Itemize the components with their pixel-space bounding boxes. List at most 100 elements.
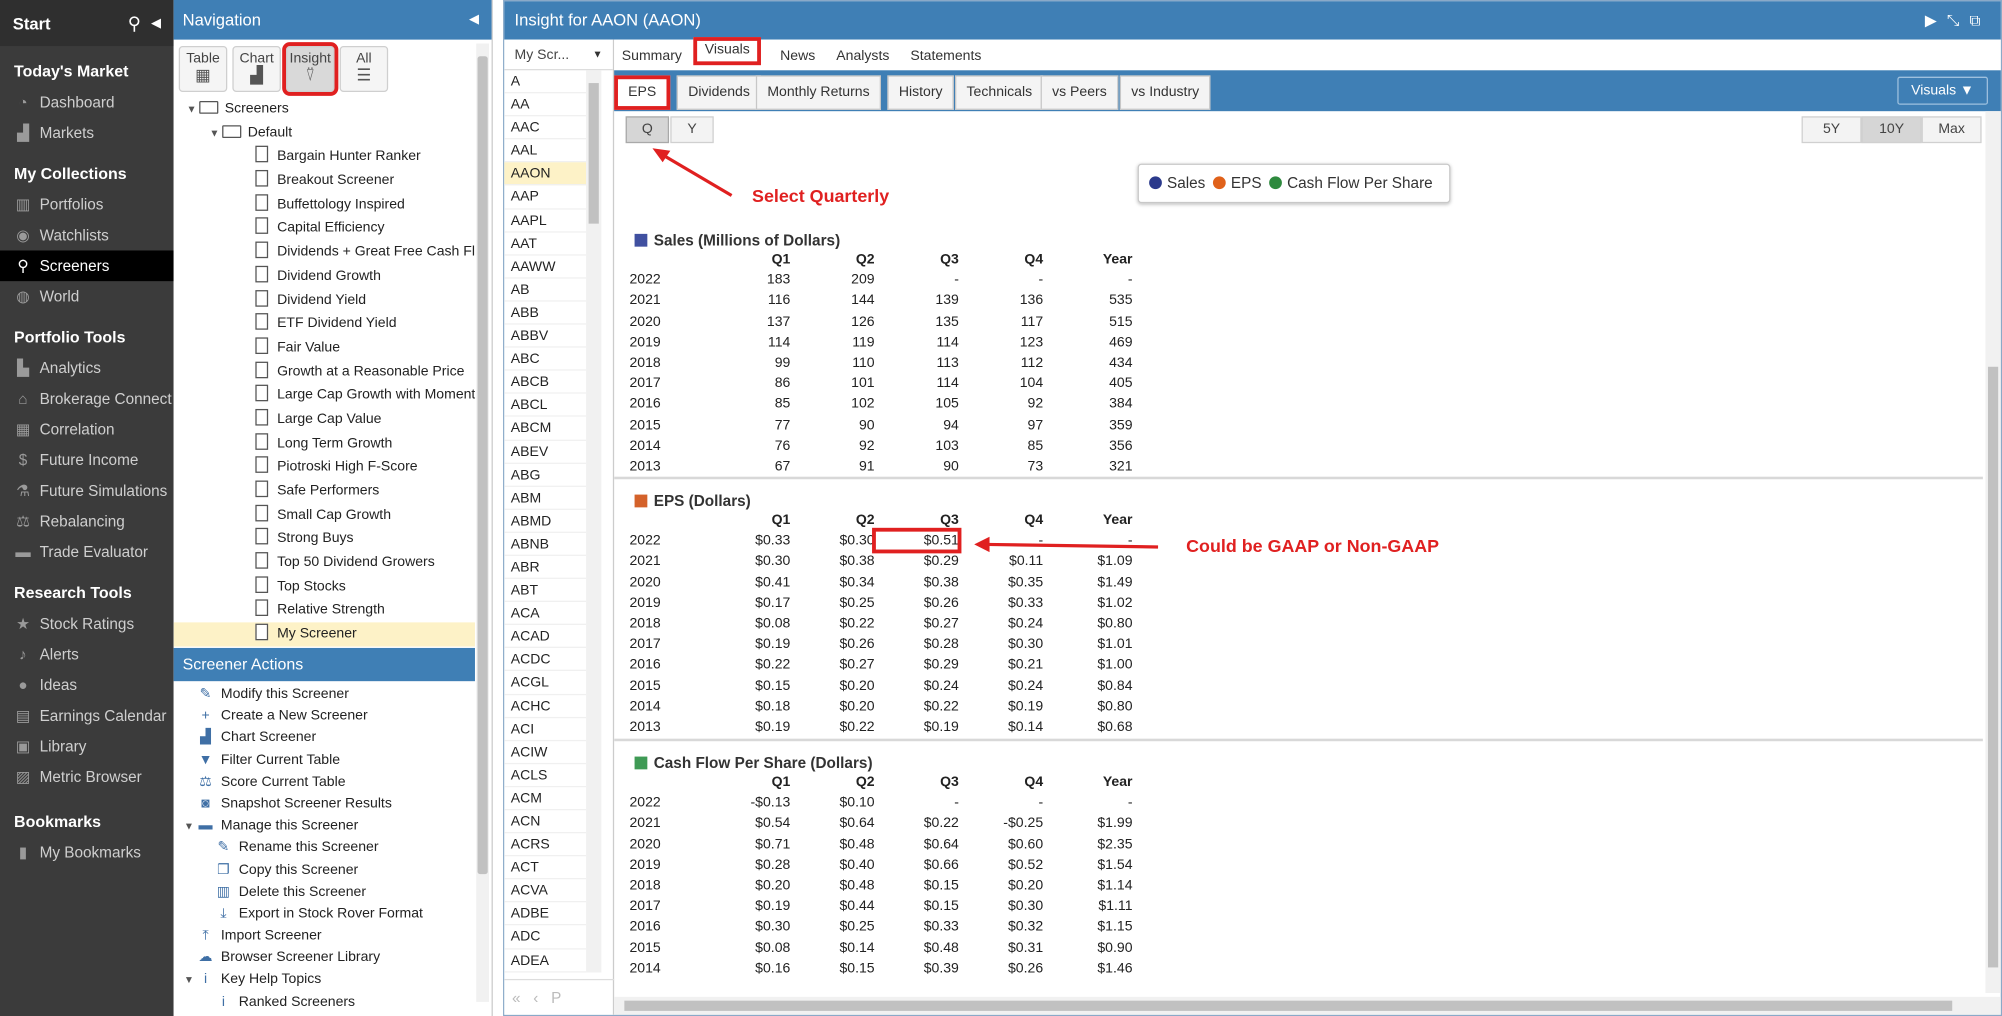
next-icon[interactable]: ▶ <box>1925 12 1947 30</box>
pager-glyphs[interactable]: «‹P <box>512 989 574 1007</box>
ticker-item[interactable]: ACA <box>504 602 587 626</box>
ticker-item[interactable]: ABR <box>504 556 587 580</box>
sidebar-item-stock-ratings[interactable]: ★ Stock Ratings <box>0 608 174 639</box>
tree-screener-item[interactable]: Buffettology Inspired <box>174 193 475 217</box>
collapse-left-icon[interactable]: ◀ <box>469 0 479 40</box>
ticker-item[interactable]: ACT <box>504 856 587 880</box>
ticker-item[interactable]: ABNB <box>504 533 587 556</box>
tree-screener-item[interactable]: Dividend Growth <box>174 264 475 288</box>
sidebar-item-earnings-calendar[interactable]: ▤ Earnings Calendar <box>0 700 174 731</box>
ticker-item[interactable]: ABBV <box>504 325 587 348</box>
tree-node-screeners[interactable]: ▼ Screeners <box>174 97 475 121</box>
scrollbar-thumb[interactable] <box>624 1000 1953 1011</box>
scrollbar-thumb[interactable] <box>1987 366 1999 968</box>
scrollbar-thumb[interactable] <box>477 56 488 875</box>
action-export-in-stock-rover-format[interactable]: ⤓ Export in Stock Rover Format <box>174 903 475 925</box>
ticker-item[interactable]: AAPL <box>504 209 587 233</box>
sidebar-item-screeners[interactable]: ⚲ Screeners <box>0 250 174 282</box>
action-score-current-table[interactable]: ⚖ Score Current Table <box>174 772 475 794</box>
subtab-vs-peers[interactable]: vs Peers <box>1040 75 1119 110</box>
ticker-item[interactable]: ACIW <box>504 741 587 765</box>
ticker-item[interactable]: ABMD <box>504 510 587 533</box>
ticker-item[interactable]: ABCL <box>504 394 587 418</box>
period-q-button[interactable]: Q <box>625 116 670 144</box>
content-horizontal-scrollbar[interactable] <box>614 996 2001 1015</box>
sidebar-item-metric-browser[interactable]: ▨ Metric Browser <box>0 762 174 793</box>
action-create-a-new-screener[interactable]: + Create a New Screener <box>174 706 475 728</box>
sidebar-item-future-income[interactable]: $ Future Income <box>0 445 174 476</box>
action-chart-screener[interactable]: ▟ Chart Screener <box>174 728 475 750</box>
tree-screener-item[interactable]: Small Cap Growth <box>174 503 475 527</box>
ticker-item[interactable]: ACI <box>504 718 587 741</box>
tree-screener-item[interactable]: Bargain Hunter Ranker <box>174 145 475 169</box>
view-chart-button[interactable]: Chart ▟ <box>232 46 281 93</box>
tree-screener-item[interactable]: Large Cap Growth with Momentum <box>174 384 475 408</box>
tab-summary[interactable]: Summary <box>614 43 689 69</box>
ticker-item[interactable]: AAT <box>504 232 587 256</box>
ticker-item[interactable]: ABC <box>504 348 587 371</box>
ticker-item[interactable]: ABB <box>504 302 587 325</box>
tree-screener-item[interactable]: Strong Buys <box>174 527 475 551</box>
ticker-item[interactable]: ADC <box>504 926 587 949</box>
ticker-item[interactable]: ABG <box>504 463 587 487</box>
sidebar-item-alerts[interactable]: ♪ Alerts <box>0 639 174 670</box>
tree-screener-item[interactable]: Dividend Yield <box>174 288 475 312</box>
ticker-item[interactable]: AAWW <box>504 255 587 279</box>
ticker-item[interactable]: ACN <box>504 810 587 834</box>
ticker-item[interactable]: ABCB <box>504 371 587 395</box>
chevron-down-icon[interactable]: ▼ <box>181 969 196 991</box>
popout-icon[interactable]: ⧉ <box>1969 12 1990 30</box>
sidebar-item-correlation[interactable]: ▦ Correlation <box>0 414 174 445</box>
ticker-item[interactable]: AAON <box>504 162 587 186</box>
ticker-item[interactable]: ACAD <box>504 625 587 649</box>
tab-statements[interactable]: Statements <box>903 43 989 69</box>
sidebar-item-library[interactable]: ▣ Library <box>0 731 174 762</box>
ticker-item[interactable]: ACGL <box>504 672 587 695</box>
ticker-item[interactable]: ABM <box>504 487 587 510</box>
action-manage-this-screener[interactable]: ▼ ▬ Manage this Screener <box>174 816 475 838</box>
visuals-dropdown[interactable]: Visuals ▼ <box>1897 76 1988 105</box>
sidebar-item-trade-evaluator[interactable]: ▬ Trade Evaluator <box>0 537 174 568</box>
content-vertical-scrollbar[interactable] <box>1985 111 2001 994</box>
tree-screener-item[interactable]: Capital Efficiency <box>174 217 475 241</box>
ticker-item[interactable]: ACVA <box>504 880 587 903</box>
sidebar-item-analytics[interactable]: ▙ Analytics <box>0 353 174 384</box>
action-modify-this-screener[interactable]: ✎ Modify this Screener <box>174 684 475 706</box>
ticker-item[interactable]: ABEV <box>504 440 587 464</box>
action-import-screener[interactable]: ⤒ Import Screener <box>174 925 475 947</box>
ticker-item[interactable]: ABCM <box>504 417 587 441</box>
action-ranked-screeners[interactable]: i Ranked Screeners <box>174 991 475 1013</box>
tree-screener-item[interactable]: Dividends + Great Free Cash Flow <box>174 240 475 264</box>
ticker-item[interactable]: ADBE <box>504 903 587 926</box>
navigation-scrollbar[interactable] <box>476 43 490 1002</box>
action-rename-this-screener[interactable]: ✎ Rename this Screener <box>174 837 475 859</box>
view-insight-button[interactable]: Insight ⍢ <box>282 42 339 96</box>
sidebar-item-dashboard[interactable]: ◔ Dashboard <box>0 87 174 118</box>
tree-screener-item[interactable]: Growth at a Reasonable Price <box>174 360 475 384</box>
action-key-help-topics[interactable]: ▼ i Key Help Topics <box>174 969 475 991</box>
range-5y-button[interactable]: 5Y <box>1801 116 1862 144</box>
ticker-list-header[interactable]: My Scr... ▼ <box>504 40 613 71</box>
tree-screener-item[interactable]: Long Term Growth <box>174 431 475 455</box>
legend-label[interactable]: EPS <box>1231 174 1262 192</box>
ticker-scrollbar[interactable] <box>586 70 602 973</box>
subtab-eps[interactable]: EPS <box>614 75 671 110</box>
sidebar-item-my-bookmarks[interactable]: ▮ My Bookmarks <box>0 837 174 868</box>
legend-label[interactable]: Cash Flow Per Share <box>1287 174 1433 192</box>
subtab-history[interactable]: History <box>887 75 955 110</box>
view-table-button[interactable]: Table ▦ <box>178 46 228 93</box>
tree-screener-item[interactable]: Fair Value <box>174 336 475 360</box>
chevron-down-icon[interactable]: ▼ <box>593 40 603 71</box>
ticker-item[interactable]: AAL <box>504 140 587 163</box>
action-browser-screener-library[interactable]: ☁ Browser Screener Library <box>174 947 475 969</box>
action-copy-this-screener[interactable]: ❐ Copy this Screener <box>174 859 475 881</box>
start-label[interactable]: Start <box>13 13 118 32</box>
ticker-item[interactable]: AAC <box>504 117 587 140</box>
ticker-item[interactable]: A <box>504 70 587 94</box>
ticker-item[interactable]: ADEA <box>504 949 587 973</box>
tree-node-default[interactable]: ▼ Default <box>174 121 475 145</box>
range-10y-button[interactable]: 10Y <box>1861 116 1922 144</box>
tab-news[interactable]: News <box>772 43 822 69</box>
search-icon[interactable]: ⚲ <box>128 12 141 34</box>
ticker-item[interactable]: ACDC <box>504 648 587 672</box>
